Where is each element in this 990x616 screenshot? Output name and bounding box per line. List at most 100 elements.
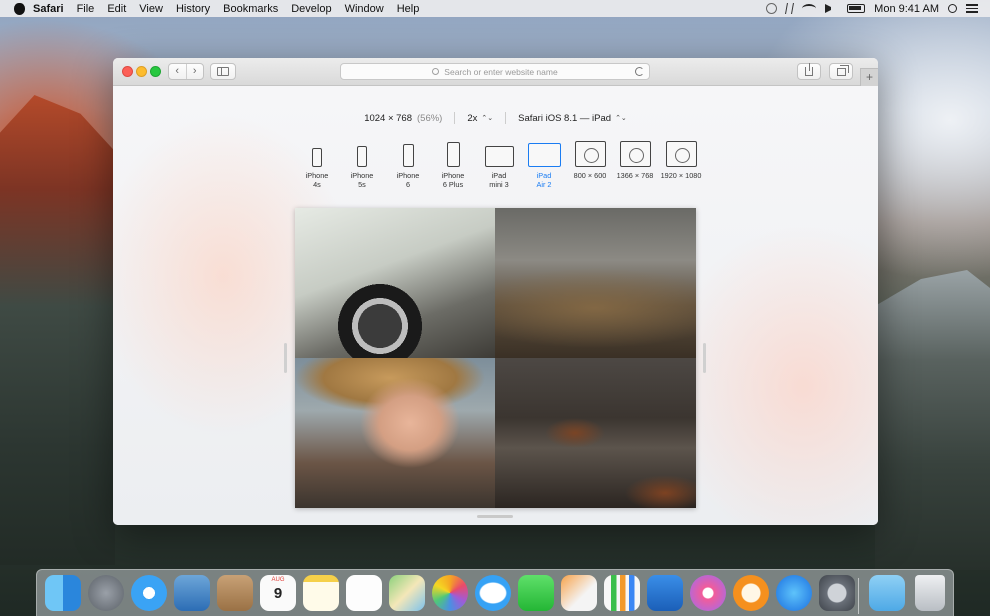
monitor-icon [665, 141, 697, 167]
device-iphone-6[interactable]: iPhone 6 [388, 140, 428, 189]
new-tab-button[interactable]: + [860, 68, 878, 86]
app-store-icon[interactable] [776, 575, 812, 611]
close-button[interactable] [122, 66, 133, 77]
device-1920x1080[interactable]: 1920 × 1080 [661, 140, 701, 180]
device-label: iPhone 4s [305, 171, 329, 189]
contacts-icon[interactable] [217, 575, 253, 611]
toolbar-divider [505, 112, 507, 124]
resolution-readout[interactable]: 1024 × 768 [364, 113, 412, 124]
resize-handle-left[interactable] [284, 343, 287, 373]
toolbar-divider [454, 112, 456, 124]
menu-clock[interactable]: Mon 9:41 AM [874, 3, 939, 15]
resize-handle-bottom[interactable] [477, 515, 513, 518]
tablet-icon [527, 143, 561, 167]
chevron-updown-icon[interactable]: ⌃⌄ [615, 114, 627, 122]
navigation-buttons: ‹ › [168, 63, 204, 80]
menu-app-name[interactable]: Safari [33, 3, 64, 15]
phone-icon [402, 144, 414, 167]
title-bar: ‹ › Search or enter website name + [113, 58, 878, 86]
device-label: iPad mini 3 [489, 171, 509, 189]
maps-icon[interactable] [389, 575, 425, 611]
ibooks-icon[interactable] [733, 575, 769, 611]
sidebar-button[interactable] [210, 63, 236, 80]
mail-icon[interactable] [174, 575, 210, 611]
wifi-icon[interactable] [802, 4, 817, 13]
dock: AUG 9 [36, 569, 954, 616]
apple-icon[interactable] [14, 2, 25, 15]
back-button[interactable]: ‹ [169, 64, 186, 79]
pages-icon[interactable] [561, 575, 597, 611]
volume-icon[interactable] [825, 4, 838, 13]
tabs-icon [836, 64, 849, 76]
scale-readout: (56%) [417, 112, 443, 124]
phone-icon [357, 146, 367, 167]
device-1366x768[interactable]: 1366 × 768 [615, 140, 655, 180]
bluetooth-icon[interactable] [785, 3, 795, 14]
notification-center-icon[interactable] [966, 4, 978, 13]
device-label: 1366 × 768 [616, 171, 654, 180]
device-iphone-4s[interactable]: iPhone 4s [297, 140, 337, 189]
device-label: 1920 × 1080 [660, 171, 702, 180]
menu-window[interactable]: Window [345, 3, 384, 15]
battery-icon[interactable] [847, 4, 866, 13]
itunes-icon[interactable] [690, 575, 726, 611]
device-800x600[interactable]: 800 × 600 [570, 140, 610, 180]
calendar-day: 9 [273, 585, 283, 602]
share-icon [805, 63, 813, 76]
address-bar[interactable]: Search or enter website name [340, 63, 650, 80]
safari-icon[interactable] [131, 575, 167, 611]
trash-icon[interactable] [915, 575, 945, 611]
pixel-ratio-select[interactable]: 2x [467, 113, 477, 124]
user-agent-select[interactable]: Safari iOS 8.1 — iPad [518, 113, 611, 124]
device-ipad-mini-3[interactable]: iPad mini 3 [479, 140, 519, 189]
forward-button[interactable]: › [185, 64, 204, 79]
menu-view[interactable]: View [139, 3, 163, 15]
chevron-updown-icon[interactable]: ⌃⌄ [481, 114, 493, 122]
resize-handle-right[interactable] [703, 343, 706, 373]
phone-icon [446, 142, 460, 167]
share-button[interactable] [797, 63, 821, 80]
show-tabs-button[interactable] [829, 63, 853, 80]
dock-separator [858, 578, 859, 614]
messages-icon[interactable] [475, 575, 511, 611]
photos-icon[interactable] [432, 575, 468, 611]
device-iphone-6-plus[interactable]: iPhone 6 Plus [433, 140, 473, 189]
facetime-icon[interactable] [518, 575, 554, 611]
wallpaper-mountain-left [0, 95, 115, 565]
address-placeholder: Search or enter website name [444, 66, 558, 77]
keynote-icon[interactable] [647, 575, 683, 611]
menu-develop[interactable]: Develop [291, 3, 331, 15]
photo-vintage-car [295, 208, 495, 358]
page-viewport[interactable] [295, 208, 696, 508]
reminders-icon[interactable] [346, 575, 382, 611]
numbers-icon[interactable] [604, 575, 640, 611]
calendar-icon[interactable]: AUG 9 [260, 575, 296, 611]
launchpad-icon[interactable] [88, 575, 124, 611]
menu-help[interactable]: Help [397, 3, 420, 15]
device-label: iPhone 5s [350, 171, 374, 189]
menu-history[interactable]: History [176, 3, 210, 15]
photo-leather-boots [495, 358, 696, 508]
device-label: 800 × 600 [573, 171, 607, 180]
tablet-icon [484, 146, 514, 167]
minimize-button[interactable] [136, 66, 147, 77]
system-preferences-icon[interactable] [819, 575, 855, 611]
reload-icon[interactable] [635, 67, 644, 76]
menu-edit[interactable]: Edit [107, 3, 126, 15]
photo-smiling-woman [295, 358, 495, 508]
notes-icon[interactable] [303, 575, 339, 611]
menu-bookmarks[interactable]: Bookmarks [223, 3, 278, 15]
menu-bar: Safari File Edit View History Bookmarks … [0, 0, 990, 17]
calendar-month: AUG [271, 577, 285, 583]
spotlight-icon[interactable] [948, 4, 957, 13]
status-area: Mon 9:41 AM [766, 3, 990, 15]
device-iphone-5s[interactable]: iPhone 5s [342, 140, 382, 189]
responsive-toolbar: 1024 × 768 (56%) 2x ⌃⌄ Safari iOS 8.1 — … [113, 110, 878, 126]
maximize-button[interactable] [150, 66, 161, 77]
time-machine-icon[interactable] [766, 3, 778, 14]
menu-file[interactable]: File [77, 3, 95, 15]
finder-icon[interactable] [45, 575, 81, 611]
device-label: iPad Air 2 [536, 171, 552, 189]
downloads-folder-icon[interactable] [869, 575, 905, 611]
device-ipad-air-2[interactable]: iPad Air 2 [524, 140, 564, 189]
